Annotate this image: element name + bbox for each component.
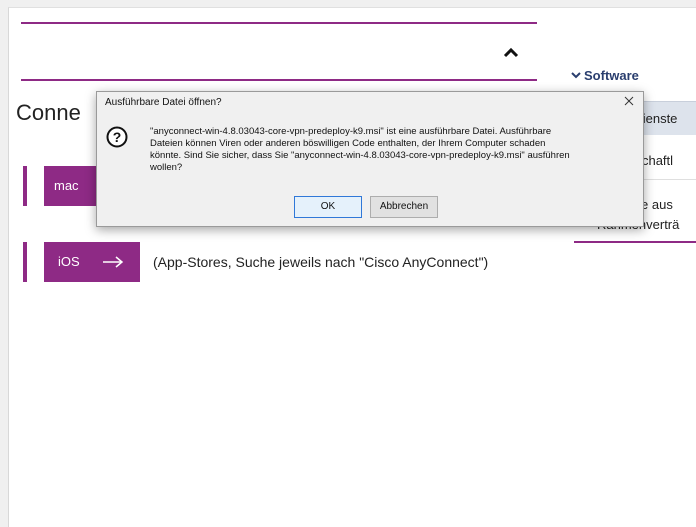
sidebar-divider-accent xyxy=(574,241,696,243)
chevron-up-icon[interactable] xyxy=(501,44,521,60)
dialog-message: "anyconnect-win-4.8.03043-core-vpn-prede… xyxy=(150,126,620,174)
sidebar-section-software[interactable]: Software xyxy=(571,68,639,83)
arrow-right-icon xyxy=(103,256,124,268)
message-line: könnte. Sind Sie sicher, dass Sie "anyco… xyxy=(150,150,570,161)
web-page: Software -Dienste enschaftl vare aus Rah… xyxy=(8,7,696,527)
dialog-title: Ausführbare Datei öffnen? xyxy=(105,97,222,108)
svg-text:?: ? xyxy=(113,129,122,145)
sidebar-section-label: Software xyxy=(584,68,639,83)
chevron-down-icon xyxy=(571,72,581,79)
button-label: mac xyxy=(54,178,79,193)
message-line: Dateien können Viren oder anderen böswil… xyxy=(150,138,546,149)
button-label: iOS xyxy=(58,254,80,269)
close-icon[interactable] xyxy=(623,95,635,107)
ios-description: (App-Stores, Suche jeweils nach "Cisco A… xyxy=(153,254,489,270)
question-icon: ? xyxy=(106,126,128,148)
page-heading: Conne xyxy=(16,100,81,125)
accent-bar xyxy=(23,166,27,206)
open-executable-dialog: Ausführbare Datei öffnen? ? "anyconnect-… xyxy=(96,91,644,227)
divider-top xyxy=(21,22,537,24)
ok-button[interactable]: OK xyxy=(294,196,362,218)
ios-download-button[interactable]: iOS xyxy=(44,242,140,282)
message-line: "anyconnect-win-4.8.03043-core-vpn-prede… xyxy=(150,126,552,137)
message-line: wollen? xyxy=(150,162,183,173)
divider-mid xyxy=(21,79,537,81)
accent-bar xyxy=(23,242,27,282)
cancel-button[interactable]: Abbrechen xyxy=(370,196,438,218)
